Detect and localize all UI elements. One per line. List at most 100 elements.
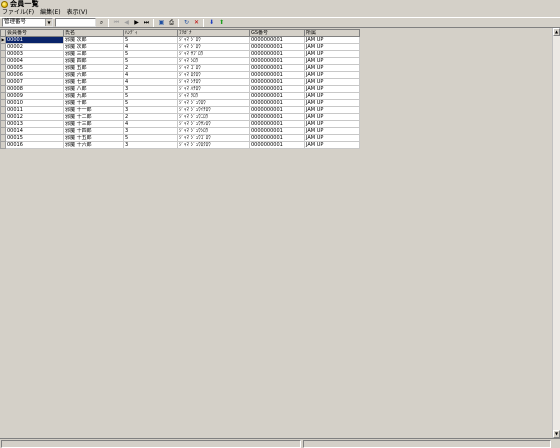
- cell-gs-no[interactable]: 0000000001: [249, 141, 305, 149]
- cell-gs-no[interactable]: 0000000001: [249, 57, 305, 65]
- cell-member-no[interactable]: 00002: [5, 43, 64, 51]
- cell-gs-no[interactable]: 0000000001: [249, 85, 305, 93]
- cell-gs-no[interactable]: 0000000001: [249, 99, 305, 107]
- cell-handicap[interactable]: 2: [123, 64, 178, 72]
- cell-name[interactable]: 邪魔 七郎: [63, 78, 124, 86]
- cell-name[interactable]: 邪魔 九郎: [63, 92, 124, 100]
- cell-member-no[interactable]: 00016: [5, 141, 64, 149]
- cell-name[interactable]: 邪魔 十五郎: [63, 134, 124, 142]
- cell-handicap[interactable]: 3: [123, 106, 178, 114]
- cell-affiliation[interactable]: JAM UP: [304, 85, 360, 93]
- cell-member-no[interactable]: 00011: [5, 106, 64, 114]
- scroll-down-button[interactable]: ▼: [553, 430, 560, 438]
- cell-furigana[interactable]: ｼﾞｬﾏ ｼﾞｭｳｼﾛｳ: [177, 127, 250, 135]
- cell-gs-no[interactable]: 0000000001: [249, 43, 305, 51]
- column-header-furigana[interactable]: ﾌﾘｶﾞﾅ: [177, 29, 250, 37]
- cell-member-no[interactable]: 00013: [5, 120, 64, 128]
- cell-name[interactable]: 邪魔 十郎: [63, 99, 124, 107]
- search-icon[interactable]: ⌕: [97, 18, 106, 27]
- table-row[interactable]: 00013 邪魔 十三郎 4 ｼﾞｬﾏ ｼﾞｭｳｻﾝﾛｳ 0000000001 JAM U…: [0, 120, 360, 128]
- cell-furigana[interactable]: ｼﾞｬﾏ ｼﾞｭｳﾆﾛｳ: [177, 113, 250, 121]
- cell-member-no[interactable]: 00012: [5, 113, 64, 121]
- cell-affiliation[interactable]: JAM UP: [304, 141, 360, 149]
- cell-name[interactable]: 邪魔 八郎: [63, 85, 124, 93]
- cell-name[interactable]: 邪魔 三郎: [63, 50, 124, 58]
- cell-name[interactable]: 邪魔 十四郎: [63, 127, 124, 135]
- column-header-affiliation[interactable]: 所属: [304, 29, 360, 37]
- cell-affiliation[interactable]: JAM UP: [304, 113, 360, 121]
- scroll-up-button[interactable]: ▲: [553, 28, 560, 36]
- cell-handicap[interactable]: 3: [123, 85, 178, 93]
- cell-handicap[interactable]: 4: [123, 43, 178, 51]
- chevron-down-icon[interactable]: ▼: [45, 19, 52, 26]
- cell-gs-no[interactable]: 0000000001: [249, 92, 305, 100]
- table-row[interactable]: 00005 邪魔 五郎 2 ｼﾞｬﾏ ｺﾞﾛｳ 0000000001 JAM UP: [0, 64, 360, 72]
- cell-name[interactable]: 邪魔 次郎: [63, 43, 124, 51]
- table-row[interactable]: 00007 邪魔 七郎 4 ｼﾞｬﾏ ｼﾁﾛｳ 0000000001 JAM UP: [0, 78, 360, 86]
- cell-furigana[interactable]: ｼﾞｬﾏ ｻﾌﾞﾛｳ: [177, 50, 250, 58]
- cell-handicap[interactable]: 5: [123, 92, 178, 100]
- cell-member-no[interactable]: 00010: [5, 99, 64, 107]
- cell-handicap[interactable]: 5: [123, 36, 178, 44]
- table-row[interactable]: 00016 邪魔 十六郎 3 ｼﾞｬﾏ ｼﾞｭｳﾛｸﾛｳ 0000000001 JAM U…: [0, 141, 360, 149]
- cell-affiliation[interactable]: JAM UP: [304, 50, 360, 58]
- cell-gs-no[interactable]: 0000000001: [249, 127, 305, 135]
- cell-gs-no[interactable]: 0000000001: [249, 120, 305, 128]
- menu-view[interactable]: 表示(V): [67, 9, 88, 17]
- cell-member-no[interactable]: 00014: [5, 127, 64, 135]
- column-header-handicap[interactable]: ﾊﾝﾃﾞｨ: [123, 29, 178, 37]
- table-row[interactable]: 00003 邪魔 三郎 5 ｼﾞｬﾏ ｻﾌﾞﾛｳ 0000000001 JAM UP: [0, 50, 360, 58]
- move-down-icon[interactable]: ⬇: [207, 18, 216, 27]
- cell-furigana[interactable]: ｼﾞｬﾏ ｼﾁﾛｳ: [177, 78, 250, 86]
- cell-member-no[interactable]: 00006: [5, 71, 64, 79]
- cell-affiliation[interactable]: JAM UP: [304, 106, 360, 114]
- cell-name[interactable]: 邪魔 十六郎: [63, 141, 124, 149]
- table-row[interactable]: 00015 邪魔 十五郎 5 ｼﾞｬﾏ ｼﾞｭｳｺﾞﾛｳ 0000000001 JAM U…: [0, 134, 360, 142]
- cell-furigana[interactable]: ｼﾞｬﾏ ｼﾞｭｳﾛｳ: [177, 99, 250, 107]
- sort-field-select[interactable]: 管理番号 ▼: [2, 18, 53, 27]
- cell-member-no[interactable]: 00001: [5, 36, 64, 44]
- cell-name[interactable]: 邪魔 六郎: [63, 71, 124, 79]
- cell-affiliation[interactable]: JAM UP: [304, 71, 360, 79]
- cell-member-no[interactable]: 00004: [5, 57, 64, 65]
- cell-name[interactable]: 邪魔 五郎: [63, 64, 124, 72]
- vertical-scrollbar[interactable]: ▲ ▼: [552, 28, 560, 438]
- cell-furigana[interactable]: ｼﾞｬﾏ ｼﾛｳ: [177, 57, 250, 65]
- table-row[interactable]: 00004 邪魔 四郎 5 ｼﾞｬﾏ ｼﾛｳ 0000000001 JAM UP: [0, 57, 360, 65]
- cell-handicap[interactable]: 2: [123, 113, 178, 121]
- refresh-icon[interactable]: ↻: [182, 18, 191, 27]
- search-input[interactable]: [55, 18, 96, 27]
- delete-icon[interactable]: ✕: [192, 18, 201, 27]
- move-up-icon[interactable]: ⬆: [217, 18, 226, 27]
- cell-affiliation[interactable]: JAM UP: [304, 120, 360, 128]
- column-header-name[interactable]: 氏名: [63, 29, 124, 37]
- cell-handicap[interactable]: 5: [123, 134, 178, 142]
- cell-name[interactable]: 邪魔 十一郎: [63, 106, 124, 114]
- cell-handicap[interactable]: 3: [123, 141, 178, 149]
- cell-handicap[interactable]: 5: [123, 57, 178, 65]
- cell-affiliation[interactable]: JAM UP: [304, 64, 360, 72]
- cell-furigana[interactable]: ｼﾞｬﾏ ｼﾞﾛｳ: [177, 43, 250, 51]
- cell-handicap[interactable]: 5: [123, 50, 178, 58]
- next-record-icon[interactable]: ▶: [132, 18, 141, 27]
- save-icon[interactable]: ▣: [157, 18, 166, 27]
- cell-furigana[interactable]: ｼﾞｬﾏ ﾊﾁﾛｳ: [177, 85, 250, 93]
- cell-member-no[interactable]: 00008: [5, 85, 64, 93]
- first-record-icon[interactable]: ⏮: [112, 18, 121, 27]
- menu-file[interactable]: ファイル(F): [2, 9, 34, 17]
- cell-gs-no[interactable]: 0000000001: [249, 113, 305, 121]
- cell-affiliation[interactable]: JAM UP: [304, 92, 360, 100]
- table-row[interactable]: 00014 邪魔 十四郎 3 ｼﾞｬﾏ ｼﾞｭｳｼﾛｳ 0000000001 JAM UP: [0, 127, 360, 135]
- table-row[interactable]: 00009 邪魔 九郎 5 ｼﾞｬﾏ ｸﾛｳ 0000000001 JAM UP: [0, 92, 360, 100]
- cell-furigana[interactable]: ｼﾞｬﾏ ｼﾞｭｳｲﾁﾛｳ: [177, 106, 250, 114]
- cell-furigana[interactable]: ｼﾞｬﾏ ｸﾛｳ: [177, 92, 250, 100]
- cell-member-no[interactable]: 00003: [5, 50, 64, 58]
- table-row[interactable]: 00006 邪魔 六郎 4 ｼﾞｬﾏ ﾛｸﾛｳ 0000000001 JAM UP: [0, 71, 360, 79]
- cell-gs-no[interactable]: 0000000001: [249, 50, 305, 58]
- cell-name[interactable]: 邪魔 次郎: [63, 36, 124, 44]
- cell-furigana[interactable]: ｼﾞｬﾏ ｼﾞｭｳｺﾞﾛｳ: [177, 134, 250, 142]
- cell-furigana[interactable]: ｼﾞｬﾏ ｺﾞﾛｳ: [177, 64, 250, 72]
- table-row[interactable]: 00012 邪魔 十二郎 2 ｼﾞｬﾏ ｼﾞｭｳﾆﾛｳ 0000000001 JAM UP: [0, 113, 360, 121]
- cell-handicap[interactable]: 4: [123, 71, 178, 79]
- cell-gs-no[interactable]: 0000000001: [249, 134, 305, 142]
